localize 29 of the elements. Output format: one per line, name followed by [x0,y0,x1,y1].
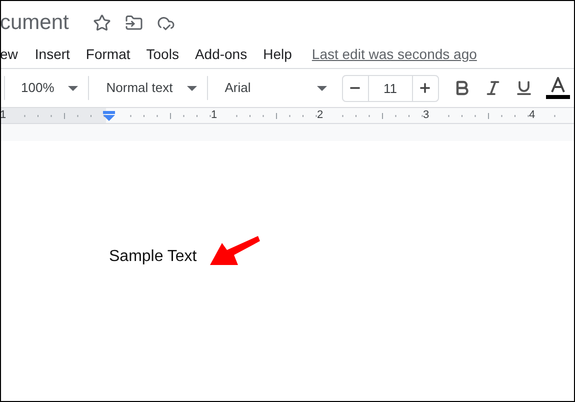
ruler-number: 1 [1,108,6,123]
ruler-number: 1 [211,108,218,123]
dropdown-caret-icon [186,86,197,90]
underline-icon[interactable] [514,79,533,97]
plus-icon [418,81,432,95]
ruler-number: 3 [423,108,430,123]
folder-icon[interactable] [124,14,143,32]
text-color-icon[interactable] [546,77,570,99]
font-dropdown[interactable]: Arial [208,78,337,98]
body-text: Sample Text [109,248,197,265]
dropdown-caret-icon [68,86,78,90]
dropdown-caret-icon [316,86,327,90]
indent-marker-icon[interactable] [103,111,115,121]
menu-item[interactable]: Add-ons [186,44,256,65]
style-dropdown[interactable]: Normal text [89,78,207,98]
font-size-field[interactable]: 11 [368,76,412,100]
pointer-arrow [210,235,260,266]
ruler-number: 4 [529,108,536,123]
ruler-number: 2 [317,108,324,123]
document-title[interactable]: cument [1,7,69,39]
menu-item[interactable]: Insert [26,44,78,65]
cloud-check-icon[interactable] [156,14,175,32]
menu-item[interactable]: Format [78,44,138,65]
menu-item[interactable]: Help [255,44,300,65]
menu-item[interactable]: Tools [138,44,187,65]
star-icon[interactable] [92,14,111,32]
zoom-dropdown[interactable]: 100% [5,78,88,98]
last-edit-link[interactable]: Last edit was seconds ago [312,44,477,65]
font-size-control[interactable]: 11 [342,74,439,102]
